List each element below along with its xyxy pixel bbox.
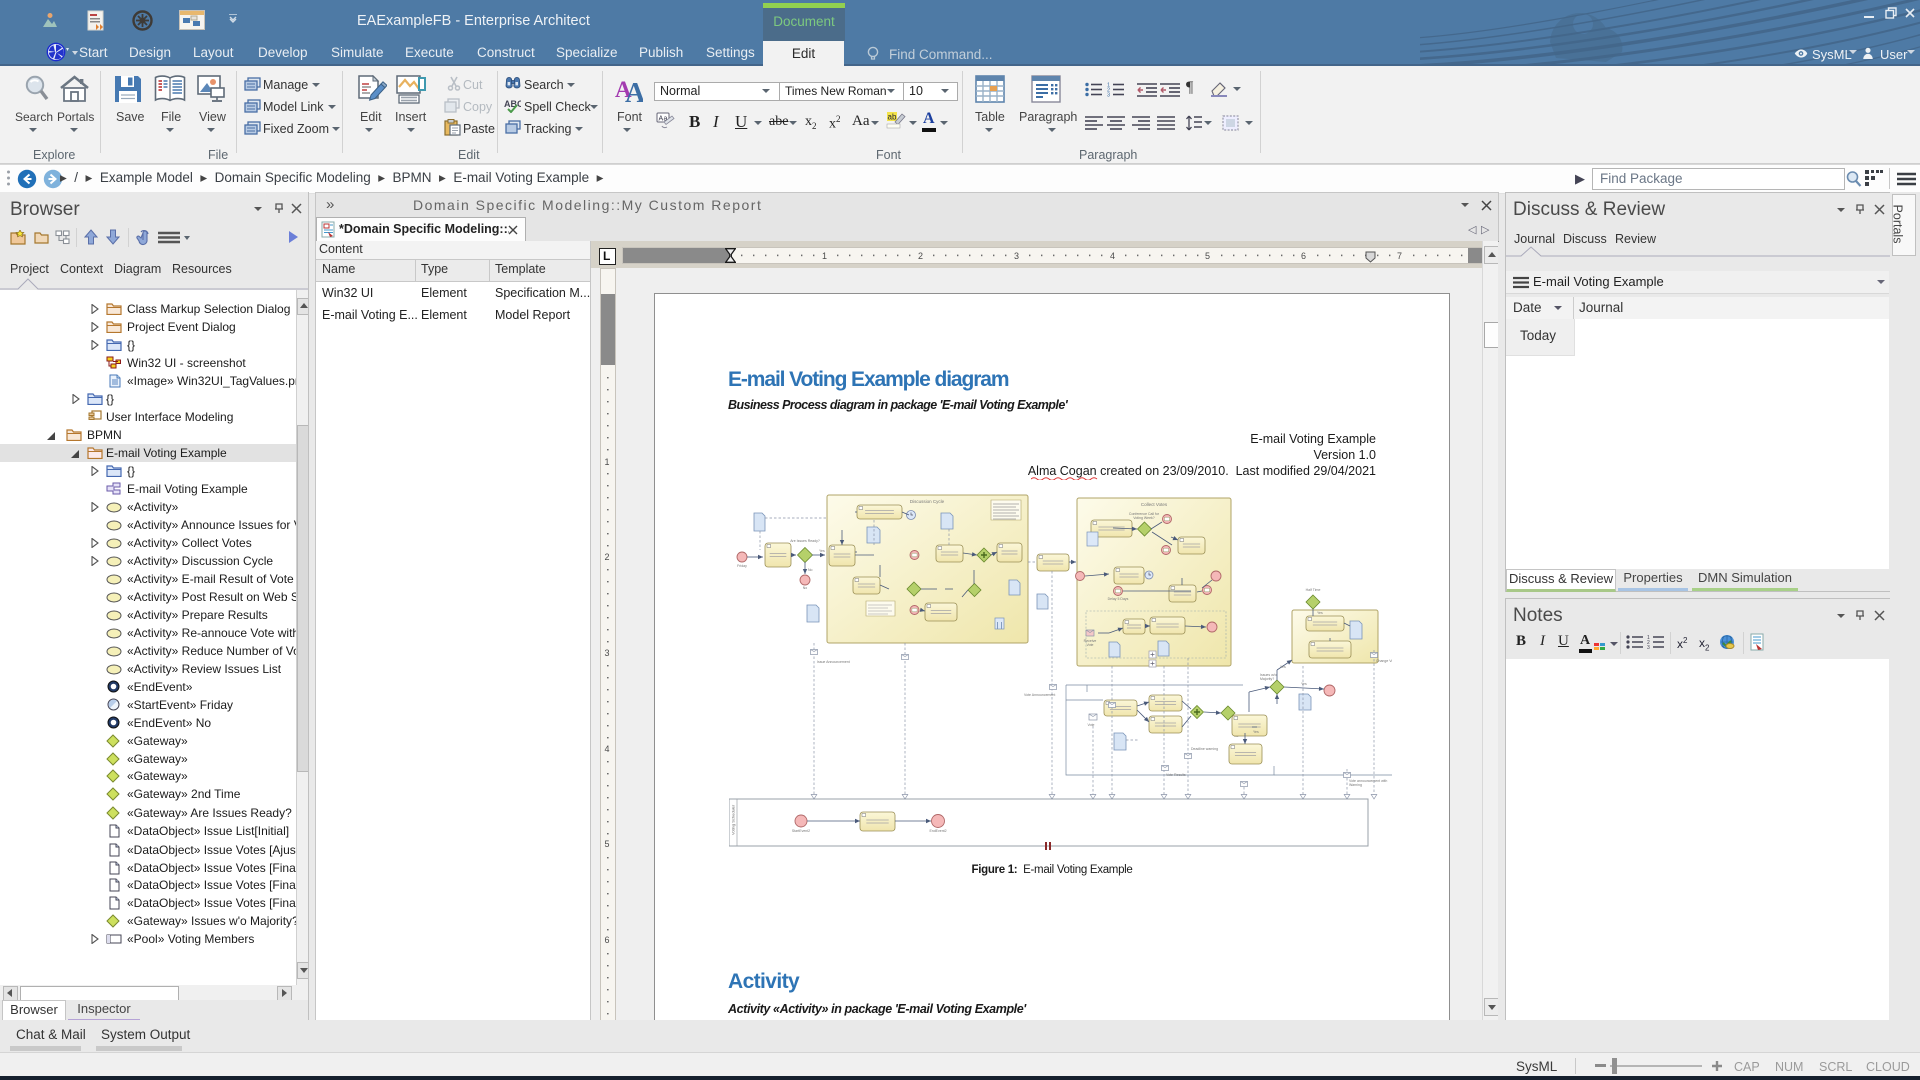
svg-text:1: 1 <box>822 251 827 261</box>
svg-text:Yes: Yes <box>1280 665 1286 669</box>
svg-text:3: 3 <box>1107 93 1110 98</box>
svg-text:2: 2 <box>918 251 923 261</box>
svg-text:A: A <box>625 78 643 103</box>
svg-text:No: No <box>808 568 813 572</box>
svg-text:Yes: Yes <box>1317 611 1323 615</box>
svg-text:4: 4 <box>605 744 610 754</box>
svg-text:Delay 5 Days: Delay 5 Days <box>1108 597 1129 601</box>
svg-text:ABC: ABC <box>504 99 521 109</box>
svg-text:Yes: Yes <box>819 549 825 553</box>
svg-text:4: 4 <box>1110 251 1115 261</box>
svg-text:Voting Scheduler: Voting Scheduler <box>731 804 736 835</box>
svg-text:Issue Announcement: Issue Announcement <box>817 660 850 664</box>
svg-text:Voting Week?: Voting Week? <box>1133 516 1155 520</box>
svg-text:Half Time: Half Time <box>1306 588 1321 592</box>
svg-text:5: 5 <box>1205 251 1210 261</box>
svg-text:Friday: Friday <box>737 564 747 568</box>
svg-text:Discussion Cycle: Discussion Cycle <box>910 499 945 504</box>
svg-text:1: 1 <box>605 457 610 467</box>
svg-text:2: 2 <box>605 552 610 562</box>
svg-text:Are Issues Ready?: Are Issues Ready? <box>790 539 820 543</box>
svg-text:Majority?: Majority? <box>1260 677 1274 681</box>
svg-text:7: 7 <box>1397 251 1402 261</box>
svg-text:6: 6 <box>1301 251 1306 261</box>
svg-text:5: 5 <box>605 839 610 849</box>
svg-text:Vote Announcement: Vote Announcement <box>1024 693 1055 697</box>
svg-text:Vote: Vote <box>1087 723 1094 727</box>
svg-text:3: 3 <box>1647 645 1650 649</box>
svg-text:Vote Results: Vote Results <box>1166 773 1186 777</box>
svg-text:3: 3 <box>1014 251 1019 261</box>
svg-text:No: No <box>803 586 808 590</box>
svg-text:6: 6 <box>605 935 610 945</box>
svg-text:3: 3 <box>605 648 610 658</box>
svg-text:Change Vote Timeout: Change Vote Timeout <box>1376 659 1392 663</box>
svg-text:Warning: Warning <box>1349 783 1362 787</box>
svg-text:Vote: Vote <box>1086 643 1093 647</box>
svg-text:Collect Votes: Collect Votes <box>1141 502 1168 507</box>
svg-text:EndEvent2: EndEvent2 <box>929 829 946 833</box>
svg-text:ab: ab <box>888 113 897 122</box>
svg-text:StartEvent2: StartEvent2 <box>792 829 810 833</box>
svg-text:Deadline warning: Deadline warning <box>1191 747 1218 751</box>
svg-text:Yes: Yes <box>1301 682 1307 686</box>
svg-text:Yes: Yes <box>1253 730 1259 734</box>
